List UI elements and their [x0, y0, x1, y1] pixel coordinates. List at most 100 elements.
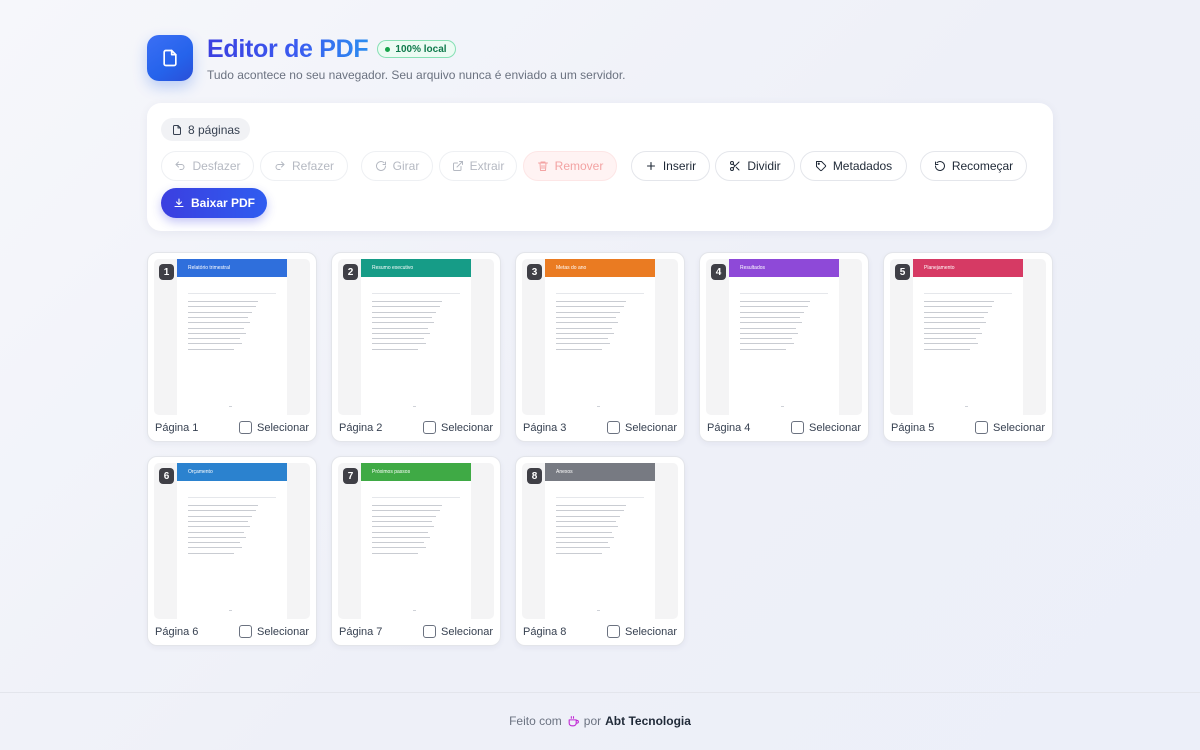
metadata-button[interactable]: Metadados: [800, 151, 907, 181]
text-line: [372, 322, 434, 324]
download-label: Baixar PDF: [190, 196, 256, 210]
text-line: [924, 301, 994, 302]
metadata-label: Metadados: [832, 159, 893, 173]
text-line: [372, 311, 436, 313]
checkbox-icon[interactable]: [791, 421, 805, 434]
page-icon: [173, 124, 181, 135]
select-page-checkbox[interactable]: Selecionar: [607, 421, 677, 434]
text-line: [188, 520, 248, 522]
text-line: [372, 348, 418, 350]
select-label: Selecionar: [809, 421, 861, 434]
page-heading: Resultados: [729, 259, 839, 277]
text-line: [188, 306, 256, 308]
page-card[interactable]: Resultados 4 Página 4 Selecionar: [699, 252, 869, 442]
page-label: Página 5: [891, 422, 935, 434]
remove-button[interactable]: Remover: [523, 151, 617, 181]
page-thumbnail[interactable]: Relatório trimestral 1: [154, 259, 310, 415]
status-dot-icon: [385, 46, 391, 52]
text-line: [372, 552, 418, 554]
page-card[interactable]: Planejamento 5 Página 5 Selecionar: [883, 252, 1053, 442]
checkbox-icon[interactable]: [239, 421, 253, 434]
select-page-checkbox[interactable]: Selecionar: [791, 421, 861, 434]
page-thumbnail[interactable]: Metas do ano 3: [522, 259, 678, 415]
text-line: [188, 338, 240, 340]
page-label: Página 8: [523, 626, 567, 638]
page-card[interactable]: Anexos 8 Página 8 Selecionar: [515, 456, 685, 646]
insert-button[interactable]: Inserir: [631, 151, 710, 181]
text-line: [740, 322, 802, 324]
text-line: [740, 311, 804, 313]
page-paper: Planejamento: [913, 259, 1023, 415]
page-footer-mark: [229, 610, 232, 611]
select-page-checkbox[interactable]: Selecionar: [607, 625, 677, 638]
text-line: [372, 306, 440, 308]
app-header: Editor de PDF 100% local Tudo acontece n…: [147, 35, 1053, 83]
rotate-button[interactable]: Girar: [361, 151, 433, 181]
text-line: [924, 332, 982, 334]
page-thumbnail[interactable]: Resumo executivo 2: [338, 259, 494, 415]
plus-icon: [646, 161, 655, 171]
select-page-checkbox[interactable]: Selecionar: [423, 421, 493, 434]
page-card[interactable]: Resumo executivo 2 Página 2 Selecionar: [331, 252, 501, 442]
select-page-checkbox[interactable]: Selecionar: [239, 625, 309, 638]
text-line: [188, 327, 244, 329]
checkbox-icon[interactable]: [423, 421, 437, 434]
undo-button[interactable]: Desfazer: [161, 151, 254, 181]
text-line: [556, 547, 610, 549]
text-line: [556, 536, 614, 538]
page-number-badge: 1: [159, 264, 174, 280]
page-card[interactable]: Próximos passos 7 Página 7 Selecionar: [331, 456, 501, 646]
extract-label: Extrair: [469, 159, 505, 173]
page-footer-mark: [597, 610, 600, 611]
page-heading: Relatório trimestral: [177, 259, 287, 277]
text-line: [188, 311, 252, 313]
checkbox-icon[interactable]: [607, 421, 621, 434]
text-line: [924, 327, 980, 329]
split-label: Dividir: [747, 159, 781, 173]
text-line: [372, 332, 430, 334]
select-page-checkbox[interactable]: Selecionar: [423, 625, 493, 638]
redo-button[interactable]: Refazer: [260, 151, 348, 181]
text-line: [372, 542, 424, 544]
select-label: Selecionar: [993, 421, 1045, 434]
page-thumbnail[interactable]: Planejamento 5: [890, 259, 1046, 415]
page-label: Página 4: [707, 422, 751, 434]
document-icon: [163, 49, 177, 67]
restart-button[interactable]: Recomeçar: [920, 151, 1027, 181]
text-line: [556, 510, 624, 512]
checkbox-icon[interactable]: [239, 625, 253, 638]
page-card[interactable]: Metas do ano 3 Página 3 Selecionar: [515, 252, 685, 442]
page-number-badge: 4: [711, 264, 726, 280]
page-number-badge: 5: [895, 264, 910, 280]
page-thumbnail[interactable]: Orçamento 6: [154, 463, 310, 619]
page-number-badge: 3: [527, 264, 542, 280]
toolbar-card: 8 páginas Desfazer Refazer Girar Extrair…: [147, 103, 1053, 231]
insert-label: Inserir: [662, 159, 697, 173]
page-card[interactable]: Orçamento 6 Página 6 Selecionar: [147, 456, 317, 646]
checkbox-icon[interactable]: [423, 625, 437, 638]
select-label: Selecionar: [441, 625, 493, 638]
page-number-badge: 7: [343, 468, 358, 484]
undo-icon: [175, 161, 185, 170]
app-logo: [147, 35, 193, 81]
footer-by: por: [583, 714, 602, 728]
extract-button[interactable]: Extrair: [439, 151, 517, 181]
checkbox-icon[interactable]: [975, 421, 989, 434]
page-footer-mark: [781, 406, 784, 407]
text-line: [372, 327, 428, 329]
text-line: [556, 343, 610, 345]
page-thumbnail[interactable]: Resultados 4: [706, 259, 862, 415]
page-label: Página 1: [155, 422, 199, 434]
select-page-checkbox[interactable]: Selecionar: [975, 421, 1045, 434]
download-button[interactable]: Baixar PDF: [161, 188, 267, 218]
text-line: [372, 505, 442, 506]
text-line: [924, 306, 992, 308]
select-page-checkbox[interactable]: Selecionar: [239, 421, 309, 434]
split-button[interactable]: Dividir: [715, 151, 795, 181]
text-line: [924, 311, 988, 313]
page-thumbnail[interactable]: Anexos 8: [522, 463, 678, 619]
checkbox-icon[interactable]: [607, 625, 621, 638]
page-thumbnail[interactable]: Próximos passos 7: [338, 463, 494, 619]
text-line: [188, 531, 244, 533]
page-card[interactable]: Relatório trimestral 1 Página 1 Selecion…: [147, 252, 317, 442]
